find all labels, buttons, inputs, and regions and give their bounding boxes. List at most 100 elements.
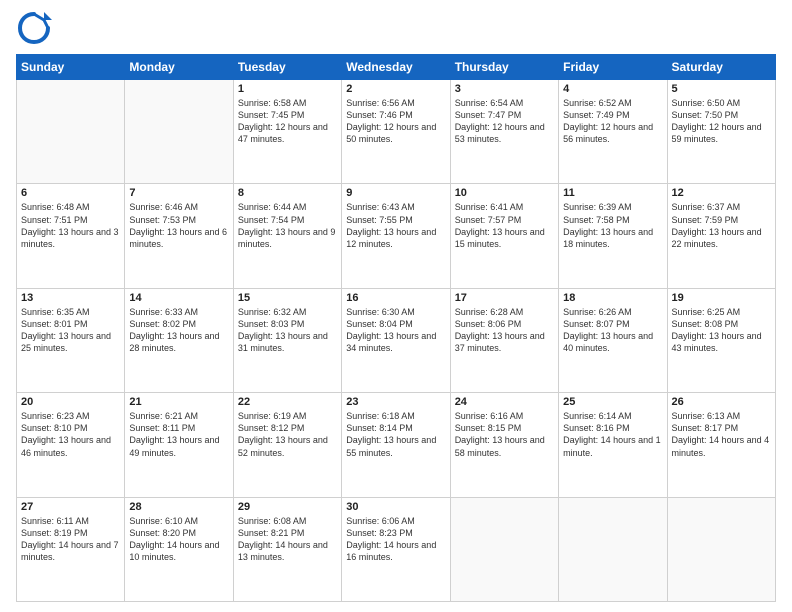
day-cell: 11Sunrise: 6:39 AM Sunset: 7:58 PM Dayli… bbox=[559, 184, 667, 288]
day-info: Sunrise: 6:26 AM Sunset: 8:07 PM Dayligh… bbox=[563, 306, 662, 355]
day-cell bbox=[559, 497, 667, 601]
header bbox=[16, 10, 776, 46]
day-number: 27 bbox=[21, 501, 120, 513]
day-cell: 24 Sunrise: 6:16 AM Sunset: 8:15 PM Dayli… bbox=[450, 393, 558, 497]
day-cell: 9Sunrise: 6:43 AM Sunset: 7:55 PM Daylig… bbox=[342, 184, 450, 288]
weekday-tuesday: Tuesday bbox=[233, 55, 341, 80]
day-number: 29 bbox=[238, 501, 337, 513]
day-number: 30 bbox=[346, 501, 445, 513]
day-info: Sunrise: 6:11 AM Sunset: 8:19 PM Dayligh… bbox=[21, 515, 120, 564]
day-cell: 14 Sunrise: 6:33 AM Sunset: 8:02 PM Dayli… bbox=[125, 288, 233, 392]
day-cell: 19Sunrise: 6:25 AM Sunset: 8:08 PM Dayli… bbox=[667, 288, 775, 392]
day-number: 13 bbox=[21, 292, 120, 304]
weekday-monday: Monday bbox=[125, 55, 233, 80]
day-info: Sunrise: 6:44 AM Sunset: 7:54 PM Dayligh… bbox=[238, 201, 337, 250]
day-info: Sunrise: 6:52 AM Sunset: 7:49 PM Dayligh… bbox=[563, 97, 662, 146]
day-number: 15 bbox=[238, 292, 337, 304]
day-number: 24 bbox=[455, 396, 554, 408]
weekday-saturday: Saturday bbox=[667, 55, 775, 80]
week-row-1: 1 Sunrise: 6:58 AM Sunset: 7:45 PM Daylig… bbox=[17, 80, 776, 184]
day-cell bbox=[667, 497, 775, 601]
day-cell: 23Sunrise: 6:18 AM Sunset: 8:14 PM Dayli… bbox=[342, 393, 450, 497]
day-cell: 25 Sunrise: 6:14 AM Sunset: 8:16 PM Dayli… bbox=[559, 393, 667, 497]
day-cell: 27 Sunrise: 6:11 AM Sunset: 8:19 PM Dayli… bbox=[17, 497, 125, 601]
day-info: Sunrise: 6:10 AM Sunset: 8:20 PM Dayligh… bbox=[129, 515, 228, 564]
day-number: 8 bbox=[238, 187, 337, 199]
day-number: 22 bbox=[238, 396, 337, 408]
day-cell: 26 Sunrise: 6:13 AM Sunset: 8:17 PM Dayli… bbox=[667, 393, 775, 497]
weekday-header-row: SundayMondayTuesdayWednesdayThursdayFrid… bbox=[17, 55, 776, 80]
day-cell bbox=[17, 80, 125, 184]
day-number: 14 bbox=[129, 292, 228, 304]
day-number: 4 bbox=[563, 83, 662, 95]
day-cell: 18 Sunrise: 6:26 AM Sunset: 8:07 PM Dayli… bbox=[559, 288, 667, 392]
day-cell: 30 Sunrise: 6:06 AM Sunset: 8:23 PM Dayli… bbox=[342, 497, 450, 601]
day-number: 3 bbox=[455, 83, 554, 95]
day-cell: 16Sunrise: 6:30 AM Sunset: 8:04 PM Dayli… bbox=[342, 288, 450, 392]
week-row-5: 27 Sunrise: 6:11 AM Sunset: 8:19 PM Dayli… bbox=[17, 497, 776, 601]
day-number: 18 bbox=[563, 292, 662, 304]
day-info: Sunrise: 6:37 AM Sunset: 7:59 PM Dayligh… bbox=[672, 201, 771, 250]
weekday-friday: Friday bbox=[559, 55, 667, 80]
day-cell: 6 Sunrise: 6:48 AM Sunset: 7:51 PM Daylig… bbox=[17, 184, 125, 288]
day-info: Sunrise: 6:50 AM Sunset: 7:50 PM Dayligh… bbox=[672, 97, 771, 146]
day-info: Sunrise: 6:58 AM Sunset: 7:45 PM Dayligh… bbox=[238, 97, 337, 146]
day-number: 11 bbox=[563, 187, 662, 199]
day-cell: 7Sunrise: 6:46 AM Sunset: 7:53 PM Daylig… bbox=[125, 184, 233, 288]
logo bbox=[16, 10, 56, 46]
day-info: Sunrise: 6:32 AM Sunset: 8:03 PM Dayligh… bbox=[238, 306, 337, 355]
day-number: 17 bbox=[455, 292, 554, 304]
day-cell: 12 Sunrise: 6:37 AM Sunset: 7:59 PM Dayli… bbox=[667, 184, 775, 288]
day-cell: 4 Sunrise: 6:52 AM Sunset: 7:49 PM Daylig… bbox=[559, 80, 667, 184]
day-info: Sunrise: 6:13 AM Sunset: 8:17 PM Dayligh… bbox=[672, 410, 771, 459]
day-cell: 8 Sunrise: 6:44 AM Sunset: 7:54 PM Daylig… bbox=[233, 184, 341, 288]
day-cell bbox=[450, 497, 558, 601]
day-info: Sunrise: 6:14 AM Sunset: 8:16 PM Dayligh… bbox=[563, 410, 662, 459]
day-number: 6 bbox=[21, 187, 120, 199]
day-info: Sunrise: 6:23 AM Sunset: 8:10 PM Dayligh… bbox=[21, 410, 120, 459]
day-number: 28 bbox=[129, 501, 228, 513]
day-info: Sunrise: 6:16 AM Sunset: 8:15 PM Dayligh… bbox=[455, 410, 554, 459]
week-row-4: 20 Sunrise: 6:23 AM Sunset: 8:10 PM Dayli… bbox=[17, 393, 776, 497]
week-row-3: 13 Sunrise: 6:35 AM Sunset: 8:01 PM Dayli… bbox=[17, 288, 776, 392]
day-number: 1 bbox=[238, 83, 337, 95]
day-cell: 5 Sunrise: 6:50 AM Sunset: 7:50 PM Daylig… bbox=[667, 80, 775, 184]
page: SundayMondayTuesdayWednesdayThursdayFrid… bbox=[0, 0, 792, 612]
day-info: Sunrise: 6:33 AM Sunset: 8:02 PM Dayligh… bbox=[129, 306, 228, 355]
day-info: Sunrise: 6:35 AM Sunset: 8:01 PM Dayligh… bbox=[21, 306, 120, 355]
day-info: Sunrise: 6:21 AM Sunset: 8:11 PM Dayligh… bbox=[129, 410, 228, 459]
day-number: 10 bbox=[455, 187, 554, 199]
day-info: Sunrise: 6:54 AM Sunset: 7:47 PM Dayligh… bbox=[455, 97, 554, 146]
calendar-table: SundayMondayTuesdayWednesdayThursdayFrid… bbox=[16, 54, 776, 602]
day-number: 5 bbox=[672, 83, 771, 95]
day-info: Sunrise: 6:48 AM Sunset: 7:51 PM Dayligh… bbox=[21, 201, 120, 250]
day-cell: 1 Sunrise: 6:58 AM Sunset: 7:45 PM Daylig… bbox=[233, 80, 341, 184]
day-number: 25 bbox=[563, 396, 662, 408]
day-number: 20 bbox=[21, 396, 120, 408]
day-cell: 28 Sunrise: 6:10 AM Sunset: 8:20 PM Dayli… bbox=[125, 497, 233, 601]
day-number: 12 bbox=[672, 187, 771, 199]
day-info: Sunrise: 6:28 AM Sunset: 8:06 PM Dayligh… bbox=[455, 306, 554, 355]
weekday-wednesday: Wednesday bbox=[342, 55, 450, 80]
day-cell: 20 Sunrise: 6:23 AM Sunset: 8:10 PM Dayli… bbox=[17, 393, 125, 497]
logo-icon bbox=[16, 10, 52, 46]
day-number: 19 bbox=[672, 292, 771, 304]
day-cell: 17 Sunrise: 6:28 AM Sunset: 8:06 PM Dayli… bbox=[450, 288, 558, 392]
day-info: Sunrise: 6:19 AM Sunset: 8:12 PM Dayligh… bbox=[238, 410, 337, 459]
day-info: Sunrise: 6:56 AM Sunset: 7:46 PM Dayligh… bbox=[346, 97, 445, 146]
day-cell: 29Sunrise: 6:08 AM Sunset: 8:21 PM Dayli… bbox=[233, 497, 341, 601]
day-cell: 22 Sunrise: 6:19 AM Sunset: 8:12 PM Dayli… bbox=[233, 393, 341, 497]
day-cell: 15 Sunrise: 6:32 AM Sunset: 8:03 PM Dayli… bbox=[233, 288, 341, 392]
day-info: Sunrise: 6:18 AM Sunset: 8:14 PM Dayligh… bbox=[346, 410, 445, 459]
day-cell: 2Sunrise: 6:56 AM Sunset: 7:46 PM Daylig… bbox=[342, 80, 450, 184]
day-info: Sunrise: 6:06 AM Sunset: 8:23 PM Dayligh… bbox=[346, 515, 445, 564]
day-number: 16 bbox=[346, 292, 445, 304]
weekday-sunday: Sunday bbox=[17, 55, 125, 80]
day-cell: 13 Sunrise: 6:35 AM Sunset: 8:01 PM Dayli… bbox=[17, 288, 125, 392]
day-cell: 21Sunrise: 6:21 AM Sunset: 8:11 PM Dayli… bbox=[125, 393, 233, 497]
day-number: 26 bbox=[672, 396, 771, 408]
day-cell: 3 Sunrise: 6:54 AM Sunset: 7:47 PM Daylig… bbox=[450, 80, 558, 184]
weekday-thursday: Thursday bbox=[450, 55, 558, 80]
day-info: Sunrise: 6:41 AM Sunset: 7:57 PM Dayligh… bbox=[455, 201, 554, 250]
day-info: Sunrise: 6:43 AM Sunset: 7:55 PM Dayligh… bbox=[346, 201, 445, 250]
